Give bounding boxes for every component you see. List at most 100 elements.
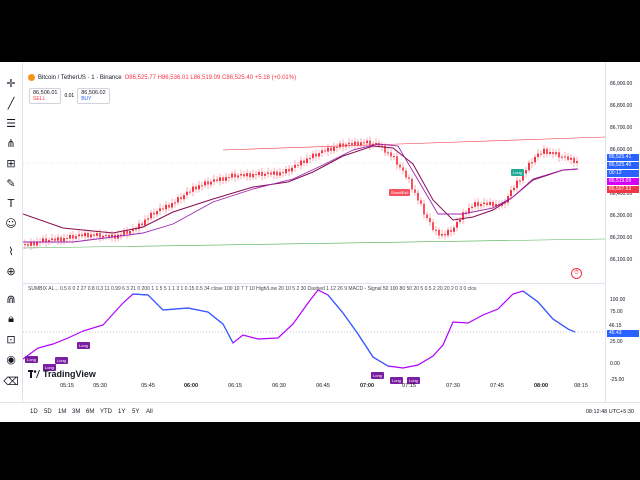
candle-body xyxy=(561,156,563,158)
zoom-icon[interactable]: ⊕ xyxy=(2,262,20,280)
candle-body xyxy=(129,231,131,234)
trend-line-icon[interactable]: ╱ xyxy=(2,94,20,112)
candle-body xyxy=(327,147,329,152)
candle-body xyxy=(366,140,368,144)
candle-body xyxy=(432,222,434,230)
candle-body xyxy=(363,142,365,144)
candle-body xyxy=(282,172,284,174)
symbol-title[interactable]: Bitcoin / TetherUS · 1 · Binance xyxy=(38,75,122,81)
candle-body xyxy=(192,186,194,192)
candle-body xyxy=(570,157,572,160)
candle-body xyxy=(264,173,266,176)
candle-body xyxy=(81,234,83,237)
bitcoin-icon xyxy=(28,74,35,81)
lock-all-icon[interactable]: ⊡ xyxy=(2,330,20,348)
candle-body xyxy=(237,175,239,178)
candle-body xyxy=(267,172,269,174)
candle-body xyxy=(444,234,446,236)
candle-body xyxy=(162,208,164,210)
candle-body xyxy=(144,219,146,226)
brush-icon[interactable]: ✎ xyxy=(2,174,20,192)
candle-body xyxy=(441,234,443,236)
candle-body xyxy=(126,230,128,234)
price-label: 86,800.00 xyxy=(610,103,633,109)
time-label: 06:45 xyxy=(316,383,330,389)
chart-area[interactable]: Bitcoin / TetherUS · 1 · Binance O86,525… xyxy=(23,62,605,402)
candle-body xyxy=(72,235,74,239)
oscillator-legend[interactable]: SUMBIX AL... 0.5 6 0 2 27 0.8 0.3 11 0.9… xyxy=(28,286,477,292)
candle-body xyxy=(546,148,548,154)
candle-body xyxy=(429,218,431,223)
candle-body xyxy=(285,169,287,174)
osc-axis-label: 75.00 xyxy=(610,309,623,315)
range-button-1y[interactable]: 1Y xyxy=(118,409,125,415)
candle-body xyxy=(534,156,536,163)
eye-icon[interactable]: ◉ xyxy=(2,350,20,368)
candle-body xyxy=(399,164,401,168)
emoji-icon[interactable]: ☺ xyxy=(2,214,20,232)
candle-body xyxy=(423,203,425,215)
candle-body xyxy=(165,204,167,210)
text-icon[interactable]: T xyxy=(2,194,20,212)
symbol-legend[interactable]: Bitcoin / TetherUS · 1 · Binance O86,525… xyxy=(28,74,296,81)
utc-clock[interactable]: 08:12:48 UTC+5:30 xyxy=(586,409,634,415)
range-button-ytd[interactable]: YTD xyxy=(100,409,112,415)
candle-body xyxy=(564,156,566,158)
buy-button[interactable]: 86,506.02 BUY xyxy=(77,88,110,104)
candle-body xyxy=(297,164,299,166)
pattern-icon[interactable]: ⋔ xyxy=(2,134,20,152)
magnet-icon[interactable]: ⋒ xyxy=(2,290,20,308)
candle-body xyxy=(309,158,311,160)
time-label: 07:15 xyxy=(402,383,416,389)
candle-body xyxy=(84,232,86,237)
pane-divider[interactable] xyxy=(23,283,605,284)
price-pane xyxy=(23,136,605,251)
candle-body xyxy=(99,233,101,238)
ruler-icon[interactable]: ⌇ xyxy=(2,242,20,260)
time-label: 05:15 xyxy=(60,383,74,389)
time-label: 08:15 xyxy=(574,383,588,389)
long-badge-osc-4: Long xyxy=(77,342,90,349)
moving-average-slow xyxy=(23,145,579,234)
price-tag: 86,507.53 xyxy=(607,186,639,193)
time-axis[interactable]: 05:15 05:30 05:45 06:00 06:15 06:30 06:45 07:00… xyxy=(23,383,605,395)
alert-clock-icon[interactable]: ⏱ xyxy=(571,268,582,279)
candle-body xyxy=(195,186,197,190)
oscillator-down-segment-3 xyxy=(522,290,576,333)
candle-body xyxy=(210,181,212,185)
sell-label: SELL xyxy=(33,96,46,102)
fib-icon[interactable]: ☰ xyxy=(2,114,20,132)
crosshair-icon[interactable]: ✛ xyxy=(2,74,20,92)
candle-body xyxy=(483,202,485,205)
chart-canvas[interactable] xyxy=(23,62,605,402)
candle-body xyxy=(348,142,350,145)
candle-body xyxy=(249,173,251,178)
projection-icon[interactable]: ⊞ xyxy=(2,154,20,172)
range-button-all[interactable]: All xyxy=(146,409,153,415)
price-axis[interactable]: 86,900.00 86,800.00 86,700.00 86,600.00 86,4… xyxy=(605,62,640,402)
range-button-3m[interactable]: 3M xyxy=(72,409,80,415)
candle-body xyxy=(312,153,314,159)
ohlc-values: O86,525.77 H86,536.01 L86,519.09 C86,525… xyxy=(125,75,296,81)
lock-icon[interactable]: 🔒︎ xyxy=(2,310,20,328)
candle-body xyxy=(342,143,344,147)
range-button-1d[interactable]: 1D xyxy=(30,409,38,415)
range-button-5d[interactable]: 5D xyxy=(44,409,52,415)
candle-body xyxy=(255,174,257,176)
range-button-5y[interactable]: 5Y xyxy=(132,409,139,415)
candle-body xyxy=(435,229,437,231)
candle-body xyxy=(480,204,482,207)
candle-body xyxy=(204,181,206,186)
tradingview-logo[interactable]: TradingView xyxy=(28,369,96,379)
candle-body xyxy=(531,162,533,164)
time-label: 06:15 xyxy=(228,383,242,389)
sell-button[interactable]: 86,506.01 SELL xyxy=(29,88,62,104)
logo-text: TradingView xyxy=(43,369,96,379)
range-button-1m[interactable]: 1M xyxy=(58,409,66,415)
price-label: 86,200.00 xyxy=(610,235,633,241)
candle-body xyxy=(573,157,575,163)
range-button-6m[interactable]: 6M xyxy=(86,409,94,415)
trash-icon[interactable]: ⌫ xyxy=(2,372,20,390)
candle-body xyxy=(207,181,209,185)
candle-body xyxy=(105,234,107,236)
